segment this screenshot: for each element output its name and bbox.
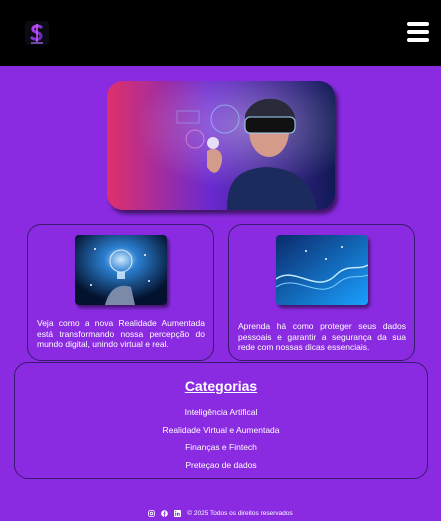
article-card-ar[interactable]: Veja como a nova Realidade Aumentada est… xyxy=(27,224,214,361)
instagram-icon[interactable] xyxy=(148,509,156,517)
category-link-data-protection[interactable]: Preteçao de dados xyxy=(15,460,427,470)
card-description: Aprenda há como proteger seus dados pess… xyxy=(238,321,406,352)
glowing-lightbulb-hand-image xyxy=(75,235,167,305)
header xyxy=(0,0,441,66)
category-link-ai[interactable]: Inteligência Artifical xyxy=(15,407,427,417)
facebook-icon[interactable] xyxy=(161,509,169,517)
category-link-vr-ar[interactable]: Realidade Virtual e Aumentada xyxy=(15,425,427,435)
card-description: Veja como a nova Realidade Aumentada est… xyxy=(37,318,205,349)
article-card-security[interactable]: Aprenda há como proteger seus dados pess… xyxy=(228,224,415,361)
categories-title[interactable]: Categorias xyxy=(15,378,427,394)
blue-data-wave-image xyxy=(276,235,368,305)
dollar-logo-icon[interactable] xyxy=(22,18,52,48)
linkedin-icon[interactable] xyxy=(174,509,182,517)
categories-panel: Categorias Inteligência Artifical Realid… xyxy=(14,362,428,479)
hero-image xyxy=(107,81,335,210)
hamburger-menu-icon[interactable] xyxy=(407,22,429,42)
footer: © 2025 Todos os direitos reservados xyxy=(0,507,441,519)
copyright-text: © 2025 Todos os direitos reservados xyxy=(187,509,293,517)
category-link-fintech[interactable]: Finanças e Fintech xyxy=(15,442,427,452)
